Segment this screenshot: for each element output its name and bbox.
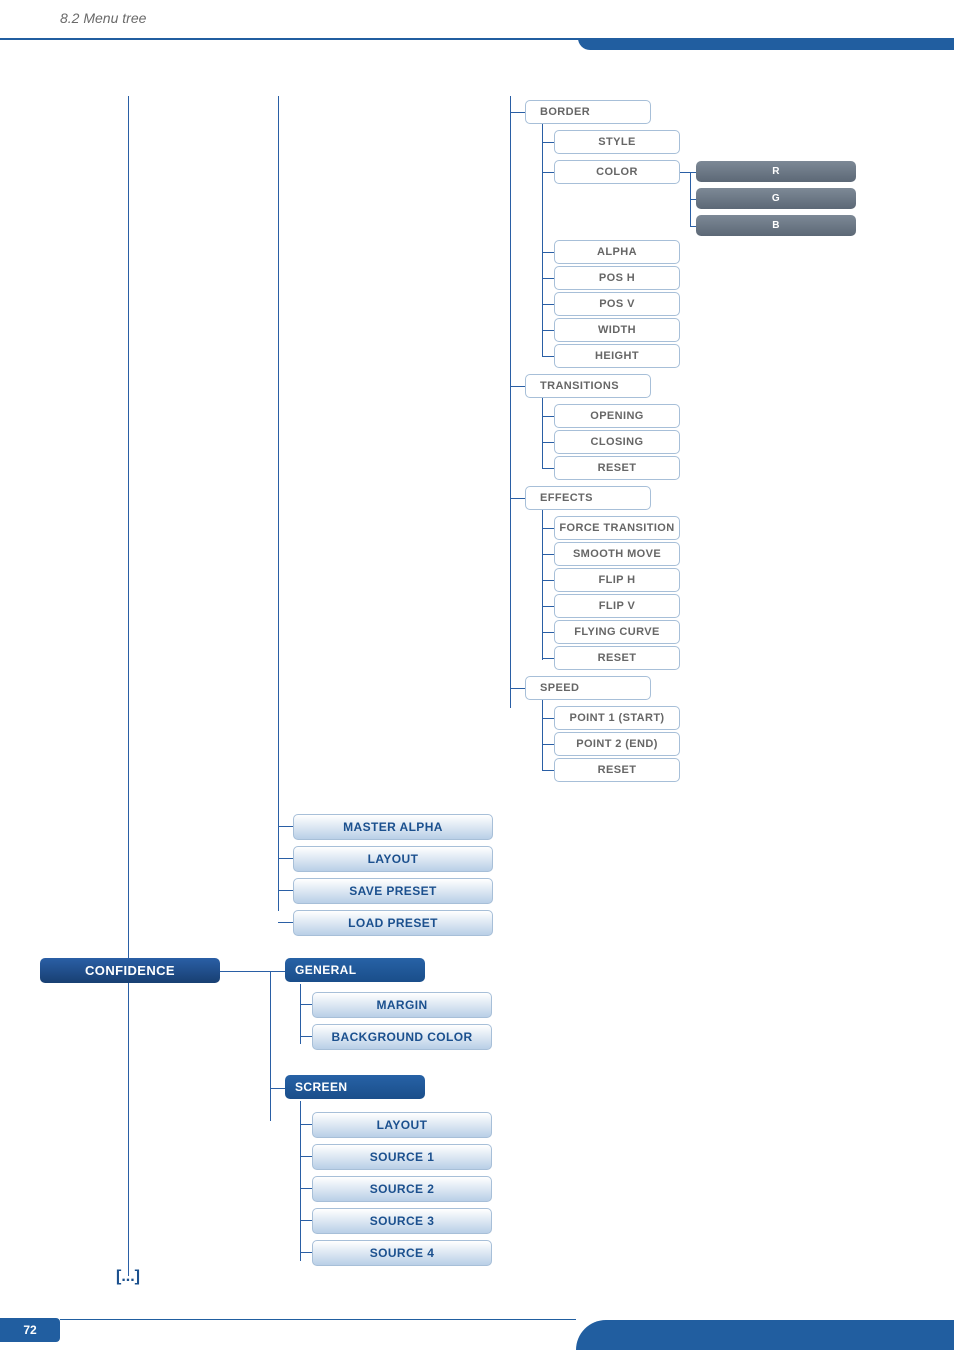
tree-line <box>542 330 554 331</box>
node-effects: EFFECTS <box>525 486 651 510</box>
node-smoothmove: SMOOTH MOVE <box>554 542 680 566</box>
tree-line <box>542 304 554 305</box>
node-point2: POINT 2 (END) <box>554 732 680 756</box>
tree-line <box>690 199 696 200</box>
node-height: HEIGHT <box>554 344 680 368</box>
node-layout2: LAYOUT <box>312 1112 492 1138</box>
header-curve <box>578 38 954 50</box>
tree-line <box>270 1088 285 1089</box>
tree-line <box>510 386 525 387</box>
node-alpha: ALPHA <box>554 240 680 264</box>
page-header: 8.2 Menu tree <box>60 10 146 26</box>
node-g: G <box>696 188 856 209</box>
node-style: STYLE <box>554 130 680 154</box>
node-transitions: TRANSITIONS <box>525 374 651 398</box>
tree-line <box>300 1156 312 1157</box>
tree-line <box>542 356 554 357</box>
tree-line <box>300 1220 312 1221</box>
tree-line <box>542 416 554 417</box>
tree-line <box>300 984 301 1044</box>
tree-line <box>542 554 554 555</box>
node-point1: POINT 1 (START) <box>554 706 680 730</box>
node-reset2: RESET <box>554 646 680 670</box>
tree-line <box>680 172 696 173</box>
node-reset3: RESET <box>554 758 680 782</box>
tree-line <box>542 252 554 253</box>
tree-line <box>542 632 554 633</box>
tree-line <box>270 971 271 1121</box>
node-posv: POS V <box>554 292 680 316</box>
tree-line <box>542 580 554 581</box>
tree-line <box>278 922 293 923</box>
tree-line <box>510 112 525 113</box>
footer-rule <box>60 1319 576 1320</box>
node-source2: SOURCE 2 <box>312 1176 492 1202</box>
tree-line <box>300 1036 312 1037</box>
tree-line <box>542 718 554 719</box>
tree-line <box>542 700 543 770</box>
node-loadpreset: LOAD PRESET <box>293 910 493 936</box>
tree-line <box>542 510 543 660</box>
tree-line <box>278 858 293 859</box>
tree-line <box>542 124 543 356</box>
node-closing: CLOSING <box>554 430 680 454</box>
node-b: B <box>696 215 856 236</box>
tree-line <box>278 826 293 827</box>
tree-line <box>542 142 554 143</box>
tree-line <box>542 606 554 607</box>
tree-line <box>690 226 696 227</box>
node-r: R <box>696 161 856 182</box>
node-border: BORDER <box>525 100 651 124</box>
tree-line <box>542 658 554 659</box>
tree-line <box>542 770 554 771</box>
node-source3: SOURCE 3 <box>312 1208 492 1234</box>
header-rule <box>0 38 580 40</box>
tree-line <box>300 1188 312 1189</box>
tree-line <box>220 971 270 972</box>
tree-line <box>542 442 554 443</box>
node-opening: OPENING <box>554 404 680 428</box>
menu-tree: BORDER STYLE COLOR R G B ALPHA POS H POS… <box>60 96 914 1290</box>
page-number: 72 <box>0 1318 60 1342</box>
tree-line <box>300 1101 301 1261</box>
tree-line <box>300 1124 312 1125</box>
tree-line <box>128 96 129 1276</box>
node-color: COLOR <box>554 160 680 184</box>
node-masteralpha: MASTER ALPHA <box>293 814 493 840</box>
tree-line <box>510 688 525 689</box>
node-fliph: FLIP H <box>554 568 680 592</box>
tree-line <box>542 278 554 279</box>
node-savepreset: SAVE PRESET <box>293 878 493 904</box>
node-layout1: LAYOUT <box>293 846 493 872</box>
tree-line <box>300 1252 312 1253</box>
tree-line <box>542 744 554 745</box>
footer-curve <box>576 1320 954 1350</box>
tree-line <box>300 1004 312 1005</box>
tree-line <box>510 498 525 499</box>
continuation-marker: [...] <box>116 1268 140 1286</box>
node-posh: POS H <box>554 266 680 290</box>
node-margin: MARGIN <box>312 992 492 1018</box>
tree-line <box>278 890 293 891</box>
tree-line <box>270 971 285 972</box>
tree-line <box>278 96 279 911</box>
tree-line <box>542 172 554 173</box>
node-width: WIDTH <box>554 318 680 342</box>
node-confidence: CONFIDENCE <box>40 958 220 983</box>
tree-line <box>510 96 511 708</box>
node-flipv: FLIP V <box>554 594 680 618</box>
node-screen: SCREEN <box>285 1075 425 1099</box>
tree-line <box>542 398 543 468</box>
node-general: GENERAL <box>285 958 425 982</box>
tree-line <box>542 528 554 529</box>
node-speed: SPEED <box>525 676 651 700</box>
node-source4: SOURCE 4 <box>312 1240 492 1266</box>
node-source1: SOURCE 1 <box>312 1144 492 1170</box>
node-reset1: RESET <box>554 456 680 480</box>
node-flyingcurve: FLYING CURVE <box>554 620 680 644</box>
node-bgcolor: BACKGROUND COLOR <box>312 1024 492 1050</box>
tree-line <box>542 468 554 469</box>
node-forcetrans: FORCE TRANSITION <box>554 516 680 540</box>
